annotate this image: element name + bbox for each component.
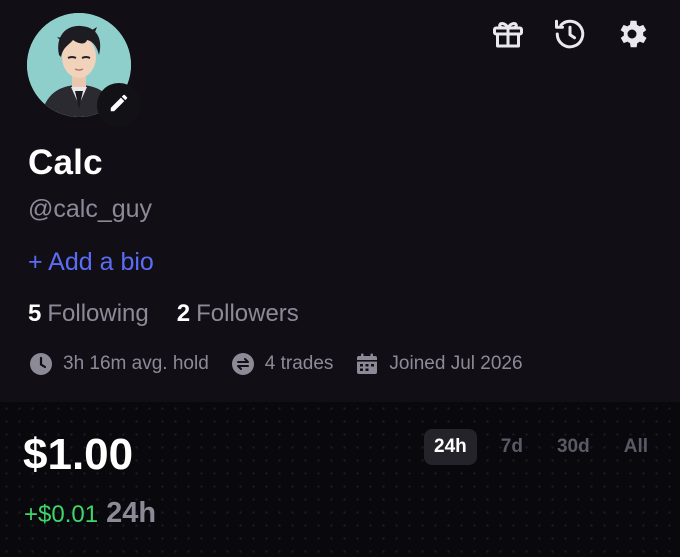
history-icon (552, 16, 588, 52)
gift-button[interactable] (488, 14, 528, 54)
followers-count: 2 (176, 300, 191, 327)
avg-hold-stat: 3h 16m avg. hold (29, 352, 209, 376)
avg-hold-text: 3h 16m avg. hold (63, 353, 209, 374)
swap-icon (231, 352, 255, 376)
tab-30d[interactable]: 30d (547, 429, 600, 465)
calendar-icon (355, 352, 379, 376)
pencil-icon (108, 92, 130, 119)
joined-text: Joined Jul 2026 (389, 353, 523, 374)
following-label: Following (47, 300, 149, 327)
profile-header: Calc @calc_guy + Add a bio 5 Following 2F… (0, 0, 680, 402)
joined-stat: Joined Jul 2026 (355, 352, 523, 376)
followers-label: Followers (196, 300, 299, 327)
balance-change: +$0.01 24h (24, 497, 156, 530)
settings-button[interactable] (612, 14, 652, 54)
edit-avatar-button[interactable] (97, 83, 141, 127)
followers-link[interactable]: 2 Followers (177, 300, 299, 328)
follow-stats: 5 Following 2 Followers (28, 300, 299, 328)
tab-7d[interactable]: 7d (491, 429, 533, 465)
add-bio-link[interactable]: + Add a bio (28, 248, 154, 277)
balance-panel: $1.00 +$0.01 24h 24h 7d 30d All (0, 402, 680, 557)
balance-change-value: +$0.01 (24, 501, 99, 528)
tab-24h[interactable]: 24h (424, 429, 477, 465)
gift-icon (490, 16, 526, 52)
history-button[interactable] (550, 14, 590, 54)
following-count: 5 (28, 300, 42, 327)
avatar-container (27, 13, 141, 127)
profile-page: Calc @calc_guy + Add a bio 5 Following 2F… (0, 0, 680, 557)
trades-text: 4 trades (264, 353, 334, 374)
profile-meta: 3h 16m avg. hold 4 trades Joined Jul 202… (29, 352, 545, 376)
balance-change-period: 24h (106, 497, 157, 529)
display-name: Calc (28, 143, 103, 182)
time-range-tabs: 24h 7d 30d All (424, 429, 658, 465)
balance-amount: $1.00 (23, 430, 134, 479)
gear-icon (614, 16, 650, 52)
clock-icon (29, 352, 53, 376)
following-link[interactable]: 5 Following (28, 300, 149, 328)
username-handle: @calc_guy (28, 195, 153, 223)
tab-all[interactable]: All (614, 429, 658, 465)
trades-stat: 4 trades (231, 352, 334, 376)
header-actions (488, 14, 652, 54)
